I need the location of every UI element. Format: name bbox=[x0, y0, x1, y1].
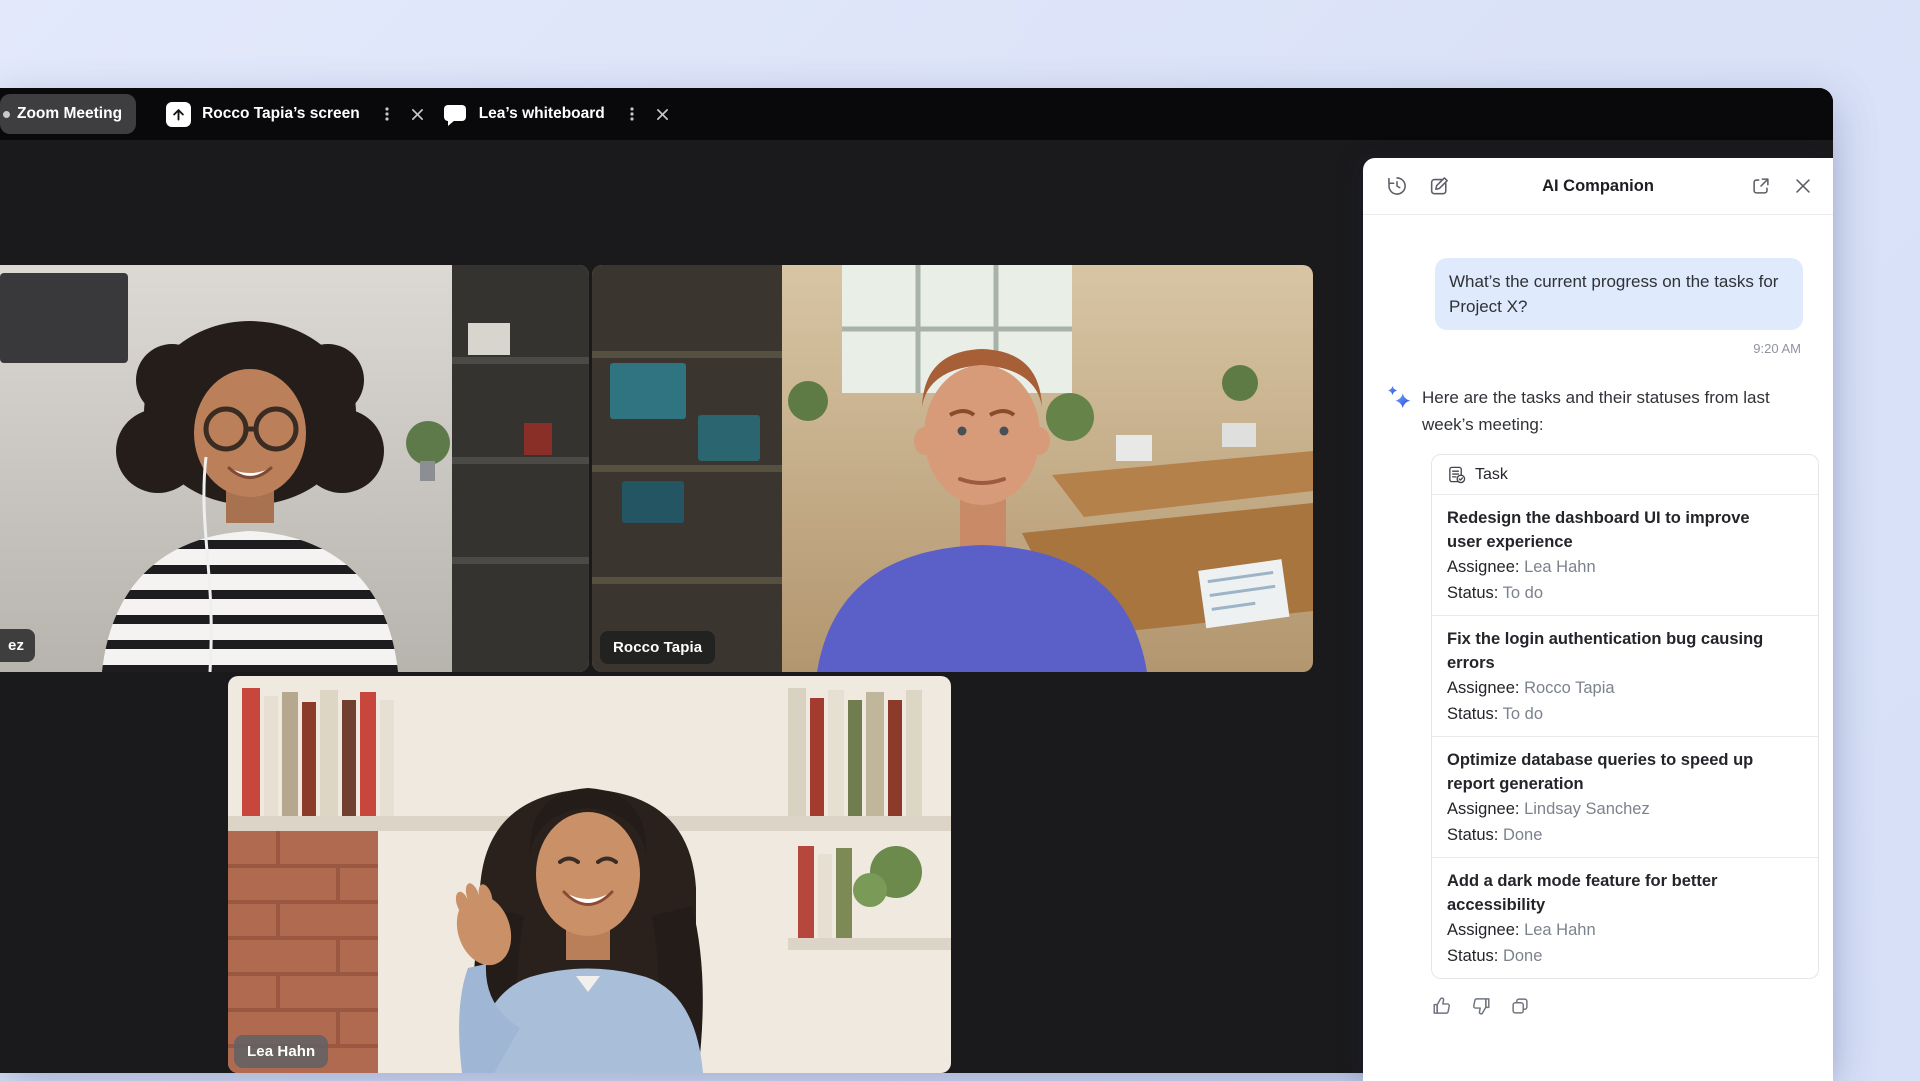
task-card-header-label: Task bbox=[1475, 466, 1508, 484]
thumbs-down-icon[interactable] bbox=[1470, 995, 1494, 1019]
task-status: Status: To do bbox=[1447, 701, 1803, 727]
tab-label: Rocco Tapia’s screen bbox=[202, 105, 360, 123]
task-status-card: Task Redesign the dashboard UI to improv… bbox=[1431, 454, 1819, 979]
tab-lea-whiteboard[interactable]: Lea’s whiteboard bbox=[442, 102, 673, 127]
new-chat-icon[interactable] bbox=[1427, 174, 1451, 198]
ai-message: Here are the tasks and their statuses fr… bbox=[1385, 382, 1819, 438]
tab-zoom-meeting[interactable]: Zoom Meeting bbox=[0, 94, 136, 134]
task-item: Fix the login authentication bug causing… bbox=[1432, 616, 1818, 737]
share-screen-icon bbox=[166, 102, 191, 127]
task-status: Status: Done bbox=[1447, 943, 1803, 969]
task-title: Add a dark mode feature for better acces… bbox=[1447, 869, 1769, 917]
desktop-background: Zoom Meeting Rocco Tapia’s screen Lea’ bbox=[0, 0, 1920, 1081]
participant-name-tag: ez bbox=[0, 629, 35, 662]
task-item: Redesign the dashboard UI to improve use… bbox=[1432, 495, 1818, 616]
participant-name-tag: Lea Hahn bbox=[234, 1035, 328, 1068]
video-tile-participant-1: ez bbox=[0, 265, 589, 672]
task-title: Redesign the dashboard UI to improve use… bbox=[1447, 506, 1769, 554]
tab-label: Lea’s whiteboard bbox=[479, 105, 605, 123]
ai-companion-panel: AI Companion What’s the current progress… bbox=[1363, 158, 1833, 1081]
copy-icon[interactable] bbox=[1509, 995, 1533, 1019]
thumbs-up-icon[interactable] bbox=[1431, 995, 1455, 1019]
user-message-bubble: What’s the current progress on the tasks… bbox=[1435, 258, 1803, 330]
chat-thread: What’s the current progress on the tasks… bbox=[1363, 258, 1833, 1019]
task-clipboard-icon bbox=[1447, 465, 1466, 484]
task-title: Fix the login authentication bug causing… bbox=[1447, 627, 1769, 675]
task-assignee: Assignee: Lea Hahn bbox=[1447, 917, 1803, 943]
participant-video-frame bbox=[592, 265, 1313, 672]
panel-title: AI Companion bbox=[1542, 177, 1654, 196]
task-title: Optimize database queries to speed up re… bbox=[1447, 748, 1769, 796]
tab-menu-icon[interactable] bbox=[622, 104, 642, 124]
participant-video-frame bbox=[0, 265, 589, 672]
tab-rocco-screen[interactable]: Rocco Tapia’s screen bbox=[166, 102, 428, 127]
message-timestamp: 9:20 AM bbox=[1385, 341, 1801, 356]
ai-panel-header: AI Companion bbox=[1363, 158, 1833, 215]
task-assignee: Assignee: Lea Hahn bbox=[1447, 554, 1803, 580]
tab-label: Zoom Meeting bbox=[17, 105, 122, 123]
task-assignee: Assignee: Rocco Tapia bbox=[1447, 675, 1803, 701]
task-status: Status: To do bbox=[1447, 580, 1803, 606]
task-item: Optimize database queries to speed up re… bbox=[1432, 737, 1818, 858]
participant-video-frame bbox=[228, 676, 951, 1073]
close-icon[interactable] bbox=[1791, 174, 1815, 198]
message-feedback-bar bbox=[1431, 995, 1819, 1019]
tab-indicator-dot bbox=[3, 111, 10, 118]
task-item: Add a dark mode feature for better acces… bbox=[1432, 858, 1818, 978]
tab-menu-icon[interactable] bbox=[377, 104, 397, 124]
task-card-header: Task bbox=[1432, 455, 1818, 495]
video-tile-rocco: Rocco Tapia bbox=[592, 265, 1313, 672]
pop-out-icon[interactable] bbox=[1749, 174, 1773, 198]
tab-close-icon[interactable] bbox=[408, 104, 428, 124]
tab-bar: Zoom Meeting Rocco Tapia’s screen Lea’ bbox=[0, 88, 1833, 140]
video-tile-lea: Lea Hahn bbox=[228, 676, 951, 1073]
task-status: Status: Done bbox=[1447, 822, 1803, 848]
whiteboard-icon bbox=[442, 102, 468, 127]
ai-message-text: Here are the tasks and their statuses fr… bbox=[1422, 382, 1777, 438]
history-icon[interactable] bbox=[1385, 174, 1409, 198]
task-assignee: Assignee: Lindsay Sanchez bbox=[1447, 796, 1803, 822]
tab-close-icon[interactable] bbox=[653, 104, 673, 124]
ai-companion-sparkle-icon bbox=[1385, 384, 1413, 412]
participant-name-tag: Rocco Tapia bbox=[600, 631, 715, 664]
